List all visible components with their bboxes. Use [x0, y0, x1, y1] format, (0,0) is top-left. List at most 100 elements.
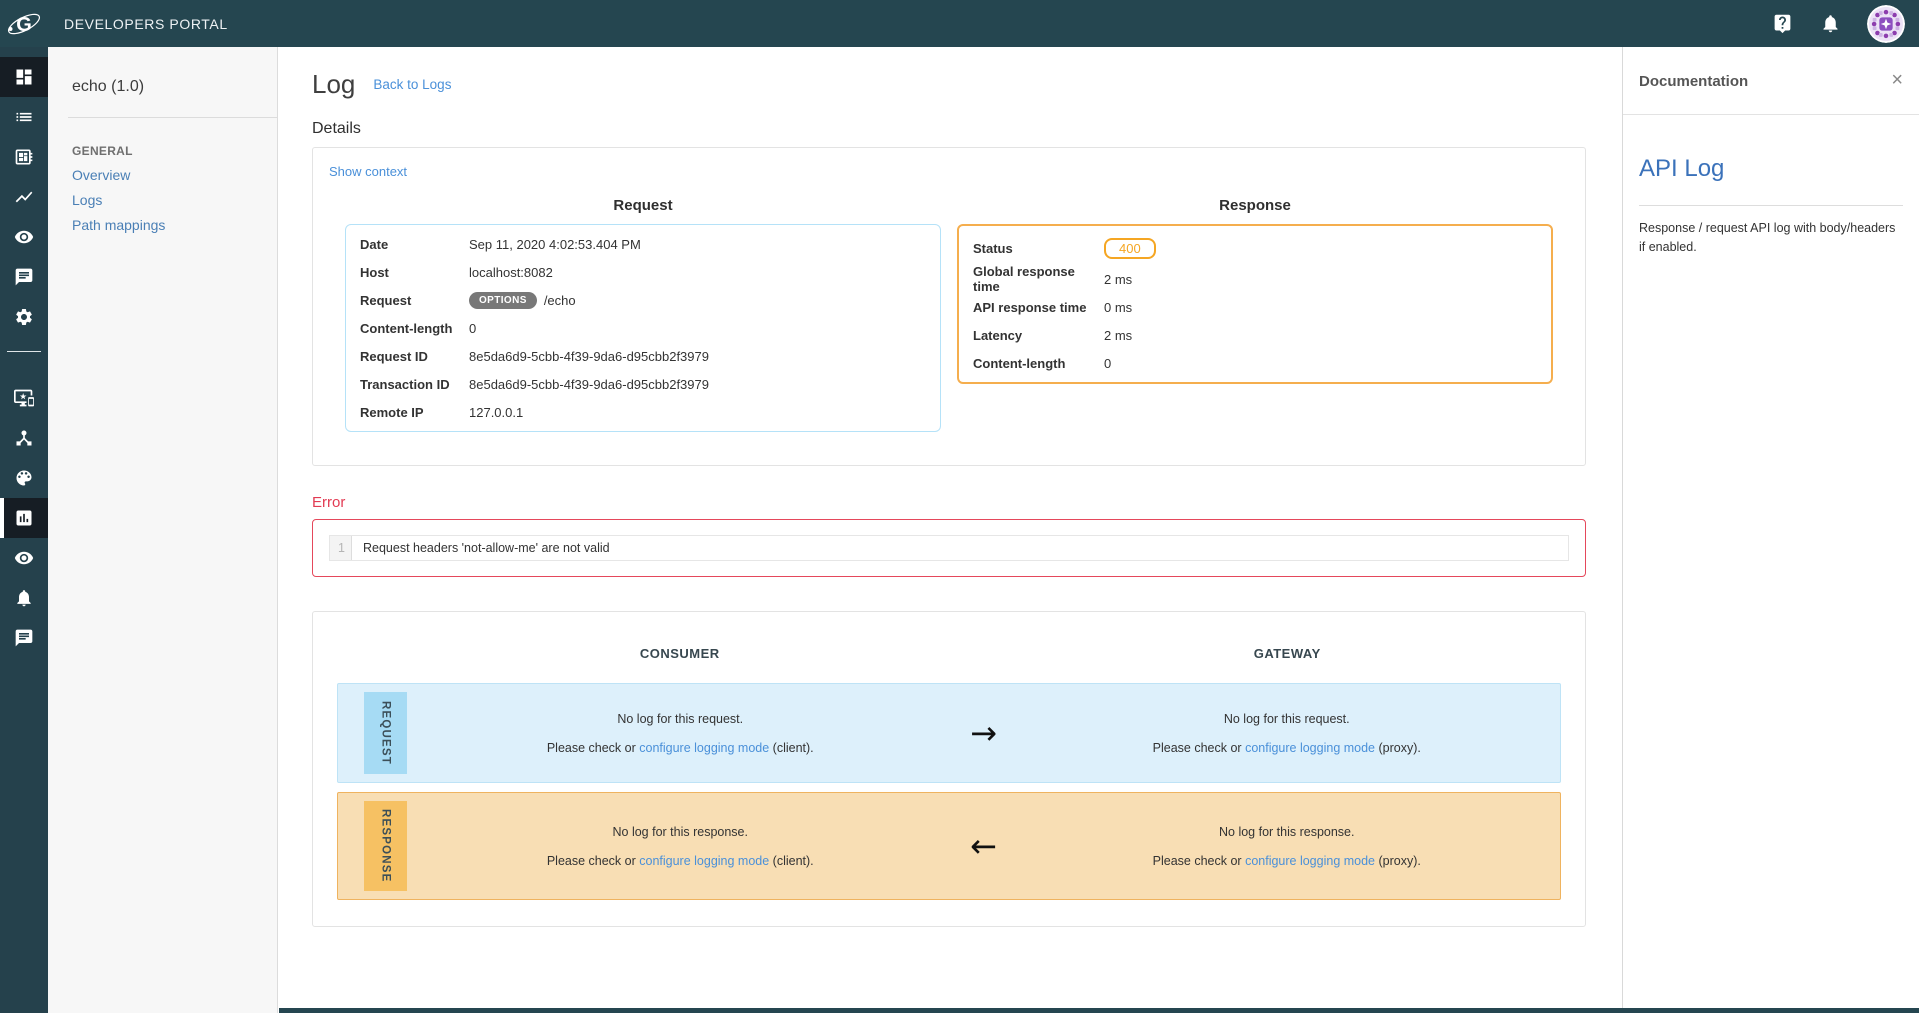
rail-dashboard-icon[interactable]: [0, 57, 48, 97]
rail-device-hub-icon[interactable]: [0, 418, 48, 458]
sidebar-item-overview[interactable]: Overview: [72, 167, 277, 183]
arrow-left-icon: ←: [954, 827, 1014, 865]
detail-columns: Request Date Sep 11, 2020 4:02:53.404 PM…: [345, 197, 1553, 432]
doc-paragraph: Response / request API log with body/hea…: [1639, 219, 1903, 258]
configure-logging-mode-link[interactable]: configure logging mode: [639, 854, 769, 868]
consumer-request-cell: No log for this request. Please check or…: [407, 712, 954, 755]
table-row: Host localhost:8082: [346, 258, 940, 286]
table-row: Request ID 8e5da6d9-5cbb-4f39-9da6-d95cb…: [346, 342, 940, 370]
consumer-gateway-card: CONSUMER GATEWAY REQUEST No log for this…: [312, 611, 1586, 927]
row-label: Request: [360, 293, 469, 308]
method-badge: OPTIONS: [469, 292, 537, 309]
row-label: Date: [360, 237, 469, 252]
configure-logging-mode-link[interactable]: configure logging mode: [1245, 741, 1375, 755]
body-row: echo (1.0) GENERAL Overview Logs Path ma…: [0, 47, 1919, 1013]
topbar-actions: [1771, 5, 1919, 43]
sidebar-item-logs[interactable]: Logs: [72, 192, 277, 208]
api-name: echo (1.0): [48, 47, 277, 96]
documentation-body: API Log Response / request API log with …: [1623, 155, 1919, 258]
status-badge: 400: [1104, 238, 1156, 259]
response-row-label: RESPONSE: [364, 801, 407, 891]
details-card: Show context Request Date Sep 11, 2020 4…: [312, 147, 1586, 466]
avatar[interactable]: [1867, 5, 1905, 43]
row-label: API response time: [973, 300, 1104, 315]
doc-divider: [1639, 205, 1903, 206]
row-label: Status: [973, 241, 1104, 256]
configure-logging-mode-link[interactable]: configure logging mode: [1245, 854, 1375, 868]
error-message: Request headers 'not-allow-me' are not v…: [352, 536, 621, 560]
request-heading: Request: [345, 197, 941, 214]
rail-list-icon[interactable]: [0, 97, 48, 137]
row-value: Sep 11, 2020 4:02:53.404 PM: [469, 237, 641, 252]
rail-divider: [7, 351, 41, 352]
flow-request-row: REQUEST No log for this request. Please …: [337, 683, 1561, 783]
close-icon[interactable]: ×: [1891, 73, 1903, 87]
app-root: G DEVELOPERS PORTAL: [0, 0, 1919, 1013]
row-value: /echo: [544, 293, 576, 308]
response-column: Response Status 400 Global response time…: [957, 197, 1553, 432]
consumer-heading: CONSUMER: [406, 646, 954, 661]
footer-bar: [279, 1008, 1919, 1013]
rail-developer-board-icon[interactable]: [0, 137, 48, 177]
no-log-text: No log for this response.: [1014, 825, 1561, 839]
rail-eye2-icon[interactable]: [0, 538, 48, 578]
page-title: Log: [312, 69, 355, 100]
table-row: API response time 0 ms: [959, 293, 1551, 321]
documentation-title: Documentation: [1639, 73, 1748, 90]
row-value: 2 ms: [1104, 328, 1132, 343]
check-prefix: Please check or: [547, 854, 639, 868]
check-prefix: Please check or: [1153, 741, 1245, 755]
row-value: 2 ms: [1104, 272, 1132, 287]
gateway-response-cell: No log for this response. Please check o…: [1014, 825, 1561, 868]
row-value: 127.0.0.1: [469, 405, 523, 420]
row-value: 0: [1104, 356, 1111, 371]
rail-chat2-icon[interactable]: [0, 618, 48, 658]
help-icon[interactable]: [1771, 13, 1793, 35]
flow-header-spacer: [337, 646, 406, 661]
app-title: DEVELOPERS PORTAL: [64, 16, 228, 32]
error-box: 1 Request headers 'not-allow-me' are not…: [312, 519, 1586, 577]
row-label: Request ID: [360, 349, 469, 364]
row-value: 0: [469, 321, 476, 336]
gravitee-logo[interactable]: G: [0, 0, 48, 47]
check-prefix: Please check or: [547, 741, 639, 755]
logo-icon: G: [4, 7, 44, 41]
table-row: Status 400: [959, 231, 1551, 265]
back-to-logs-link[interactable]: Back to Logs: [373, 77, 451, 92]
sidebar-item-path-mappings[interactable]: Path mappings: [72, 217, 277, 233]
side-panel: echo (1.0) GENERAL Overview Logs Path ma…: [48, 47, 278, 1013]
rail-eye-icon[interactable]: [0, 217, 48, 257]
details-heading: Details: [312, 120, 1586, 138]
notifications-icon[interactable]: [1819, 13, 1841, 35]
line-number: 1: [330, 536, 352, 560]
table-row: Content-length 0: [346, 314, 940, 342]
response-heading: Response: [957, 197, 1553, 214]
rail-trending-up-icon[interactable]: [0, 177, 48, 217]
rail-settings-icon[interactable]: [0, 297, 48, 337]
gateway-heading: GATEWAY: [1014, 646, 1562, 661]
table-row: Remote IP 127.0.0.1: [346, 398, 940, 426]
request-row-label: REQUEST: [364, 692, 407, 774]
page-head: Log Back to Logs: [312, 69, 1586, 100]
error-code-line: 1 Request headers 'not-allow-me' are not…: [329, 535, 1569, 561]
rail-bar-chart-icon[interactable]: [0, 498, 48, 538]
main-content: Log Back to Logs Details Show context Re…: [278, 47, 1622, 1013]
check-suffix: (client).: [769, 854, 813, 868]
rail-chat-icon[interactable]: [0, 257, 48, 297]
configure-logging-mode-link[interactable]: configure logging mode: [639, 741, 769, 755]
table-row: Global response time 2 ms: [959, 265, 1551, 293]
arrow-right-icon: →: [954, 714, 1014, 752]
rail-palette-icon[interactable]: [0, 458, 48, 498]
show-context-link[interactable]: Show context: [329, 164, 407, 179]
svg-text:G: G: [16, 14, 32, 36]
row-label: Content-length: [973, 356, 1104, 371]
rail-important-devices-icon[interactable]: [0, 378, 48, 418]
no-log-text: No log for this request.: [1014, 712, 1561, 726]
rail-bell-icon[interactable]: [0, 578, 48, 618]
no-log-text: No log for this request.: [407, 712, 954, 726]
consumer-response-cell: No log for this response. Please check o…: [407, 825, 954, 868]
request-column: Request Date Sep 11, 2020 4:02:53.404 PM…: [345, 197, 941, 432]
row-value: 8e5da6d9-5cbb-4f39-9da6-d95cbb2f3979: [469, 349, 709, 364]
request-table: Date Sep 11, 2020 4:02:53.404 PM Host lo…: [345, 224, 941, 432]
table-row: Content-length 0: [959, 349, 1551, 377]
